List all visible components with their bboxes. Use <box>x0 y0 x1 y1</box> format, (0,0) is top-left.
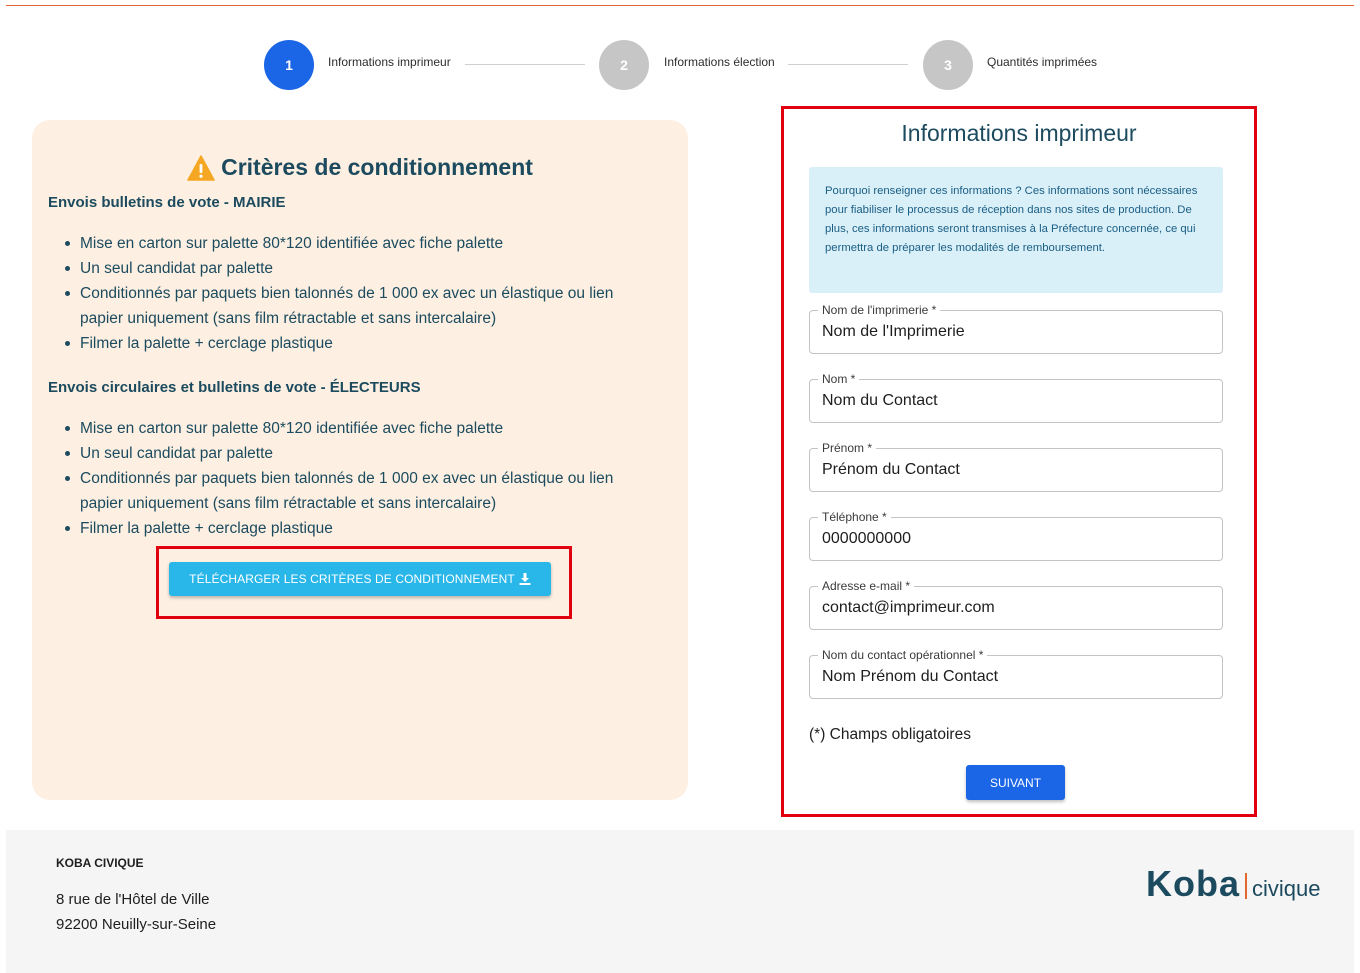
footer-address-line2: 92200 Neuilly-sur-Seine <box>56 916 217 933</box>
info-text: Pourquoi renseigner ces informations ? C… <box>825 185 1198 254</box>
last-name-label: Nom * <box>818 372 860 386</box>
step-connector <box>465 64 585 65</box>
first-name-input[interactable] <box>822 459 1212 481</box>
form-title: Informations imprimeur <box>901 120 1137 146</box>
list-item: Un seul candidat par palette <box>65 256 660 281</box>
top-accent-line <box>6 5 1354 6</box>
printer-name-field: Nom de l'imprimerie * <box>809 303 1223 354</box>
printer-name-label: Nom de l'imprimerie * <box>818 303 941 317</box>
printer-name-input[interactable] <box>822 321 1212 343</box>
logo-main-text: Koba <box>1146 863 1240 904</box>
step-1-label: Informations imprimeur <box>328 55 451 69</box>
required-fields-note: (*) Champs obligatoires <box>809 726 971 743</box>
step-2-circle[interactable]: 2 <box>599 40 649 90</box>
section-heading-electeurs: Envois circulaires et bulletins de vote … <box>48 379 421 396</box>
ops-contact-field: Nom du contact opérationnel * <box>809 648 1223 699</box>
koba-civique-logo: Koba civique <box>1146 862 1320 902</box>
step-2-label: Informations élection <box>664 55 775 69</box>
phone-label: Téléphone * <box>818 510 891 524</box>
list-item: Filmer la palette + cerclage plastique <box>65 516 660 541</box>
email-input[interactable] <box>822 597 1212 619</box>
email-field: Adresse e-mail * <box>809 579 1223 630</box>
download-criteria-button[interactable]: TÉLÉCHARGER LES CRITÈRES DE CONDITIONNEM… <box>169 562 551 596</box>
progress-stepper: 1 Informations imprimeur 2 Informations … <box>0 40 1360 90</box>
download-button-label: TÉLÉCHARGER LES CRITÈRES DE CONDITIONNEM… <box>189 572 515 586</box>
next-button[interactable]: SUIVANT <box>966 765 1065 800</box>
list-item: Mise en carton sur palette 80*120 identi… <box>65 416 660 441</box>
phone-input[interactable] <box>822 528 1212 550</box>
list-item: Filmer la palette + cerclage plastique <box>65 331 660 356</box>
criteria-list-mairie: Mise en carton sur palette 80*120 identi… <box>65 231 660 356</box>
list-item: Conditionnés par paquets bien talonnés d… <box>65 281 660 331</box>
last-name-field: Nom * <box>809 372 1223 423</box>
warning-icon <box>187 154 215 181</box>
first-name-field: Prénom * <box>809 441 1223 492</box>
logo-separator <box>1245 873 1247 899</box>
ops-contact-label: Nom du contact opérationnel * <box>818 648 988 662</box>
email-label: Adresse e-mail * <box>818 579 915 593</box>
first-name-label: Prénom * <box>818 441 877 455</box>
phone-field: Téléphone * <box>809 510 1223 561</box>
criteria-card: Critères de conditionnement Envois bulle… <box>32 120 688 800</box>
criteria-title: Critères de conditionnement <box>32 154 688 181</box>
info-box: Pourquoi renseigner ces informations ? C… <box>809 167 1223 293</box>
footer: KOBA CIVIQUE 8 rue de l'Hôtel de Ville 9… <box>6 830 1354 973</box>
last-name-input[interactable] <box>822 390 1212 412</box>
criteria-list-electeurs: Mise en carton sur palette 80*120 identi… <box>65 416 660 541</box>
list-item: Mise en carton sur palette 80*120 identi… <box>65 231 660 256</box>
list-item: Conditionnés par paquets bien talonnés d… <box>65 466 660 516</box>
step-3-label: Quantités imprimées <box>987 55 1098 69</box>
section-heading-mairie: Envois bulletins de vote - MAIRIE <box>48 194 286 211</box>
list-item: Un seul candidat par palette <box>65 441 660 466</box>
step-1-circle[interactable]: 1 <box>264 40 314 90</box>
footer-address-line1: 8 rue de l'Hôtel de Ville <box>56 891 210 908</box>
ops-contact-input[interactable] <box>822 666 1212 688</box>
logo-sub-text: civique <box>1252 876 1321 901</box>
footer-company-name: KOBA CIVIQUE <box>56 856 144 870</box>
criteria-title-text: Critères de conditionnement <box>221 154 533 180</box>
download-icon <box>519 573 531 585</box>
step-3-circle[interactable]: 3 <box>923 40 973 90</box>
step-connector <box>788 64 908 65</box>
